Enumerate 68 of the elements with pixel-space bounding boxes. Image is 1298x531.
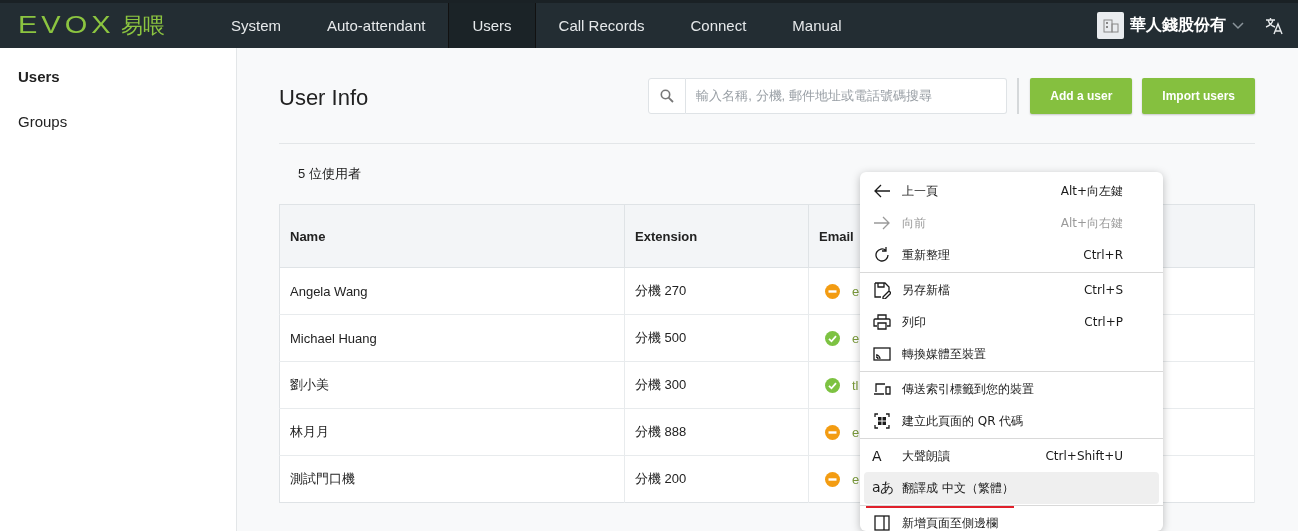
menu-item[interactable]: 重新整理 Ctrl+R (864, 239, 1159, 271)
nav-tab[interactable]: Manual (769, 3, 865, 48)
table-cell: 測試門口機 (279, 455, 625, 503)
translate-icon: aあ (872, 479, 892, 497)
search-field[interactable]: 輸入名稱, 分機, 郵件地址或電話號碼搜尋 (686, 77, 1008, 114)
email-text: e (852, 330, 860, 346)
menu-item[interactable]: 新增頁面至側邊欄 (864, 507, 1159, 531)
translate-icon (1264, 15, 1284, 36)
qr-code-icon (874, 413, 890, 429)
email-text: e (852, 283, 860, 299)
menu-item[interactable]: 另存新檔 Ctrl+S (864, 274, 1159, 306)
nav-tab[interactable]: Users (448, 3, 536, 48)
table-cell: Angela Wang (279, 267, 625, 315)
menu-item[interactable]: 建立此頁面的 QR 代碼 (864, 405, 1159, 437)
building-icon (1102, 18, 1119, 33)
sidebar-icon (874, 515, 890, 531)
forward-arrow-icon (873, 215, 891, 231)
refresh-icon (873, 246, 891, 264)
search-button[interactable] (648, 77, 687, 114)
chevron-down-icon (1232, 21, 1244, 30)
menu-item[interactable]: A 大聲朗讀 Ctrl+Shift+U (864, 440, 1159, 472)
shortcut-text: Alt+向左鍵 (1060, 182, 1124, 200)
table-cell: 分機 500 (624, 314, 809, 362)
shortcut-text: Ctrl+R (1083, 248, 1124, 262)
sidebar-item[interactable]: Groups (0, 99, 236, 144)
email-text: e (852, 424, 860, 440)
menu-item[interactable]: 傳送索引標籤到您的裝置 (864, 373, 1159, 405)
check-circle-icon (825, 377, 840, 393)
shortcut-text: Ctrl+S (1083, 283, 1124, 297)
table-cell: Michael Huang (279, 314, 625, 362)
devices-icon (873, 382, 891, 396)
user-count: 5 位使用者 (298, 165, 361, 183)
nav-tab[interactable]: Auto-attendant (304, 3, 449, 48)
menu-item[interactable]: 轉換媒體至裝置 (864, 338, 1159, 370)
nav-tab[interactable]: Call Records (535, 3, 668, 48)
menu-item[interactable]: 上一頁 Alt+向左鍵 (864, 175, 1159, 207)
table-cell: 分機 888 (624, 408, 809, 456)
logo-subtitle: 易喂 (120, 11, 165, 40)
minus-circle-icon (825, 471, 840, 487)
table-cell: 分機 300 (624, 361, 809, 409)
column-header[interactable]: Email (819, 228, 854, 244)
page-title: User Info (279, 84, 370, 111)
table-cell: 劉小美 (279, 361, 625, 409)
printer-icon (873, 314, 891, 330)
menu-item[interactable]: 列印 Ctrl+P (864, 306, 1159, 338)
nav-tab[interactable]: Connect (667, 3, 770, 48)
shortcut-text: Ctrl+Shift+U (1045, 449, 1124, 463)
shortcut-text: Ctrl+P (1084, 315, 1124, 329)
email-text: tl (852, 377, 859, 393)
minus-circle-icon (825, 283, 840, 299)
search-icon (660, 88, 675, 103)
read-aloud-icon: A (872, 448, 892, 464)
save-icon (873, 281, 891, 299)
shortcut-text: Alt+向右鍵 (1060, 214, 1124, 232)
cast-icon (873, 347, 891, 361)
sidebar-item[interactable]: Users (0, 54, 236, 99)
minus-circle-icon (825, 424, 840, 440)
back-arrow-icon (873, 183, 891, 199)
logo[interactable]: EVOX (18, 12, 115, 39)
email-text: e (852, 471, 860, 487)
table-cell: 分機 200 (624, 455, 809, 503)
nav-tab[interactable]: System (208, 3, 304, 48)
table-cell: 分機 270 (624, 267, 809, 315)
column-header[interactable]: Name (290, 228, 326, 244)
column-header[interactable]: Extension (635, 228, 698, 244)
company-name[interactable]: 華人錢股份有 (1130, 15, 1226, 36)
table-cell: 林月月 (279, 408, 625, 456)
check-circle-icon (825, 330, 840, 346)
